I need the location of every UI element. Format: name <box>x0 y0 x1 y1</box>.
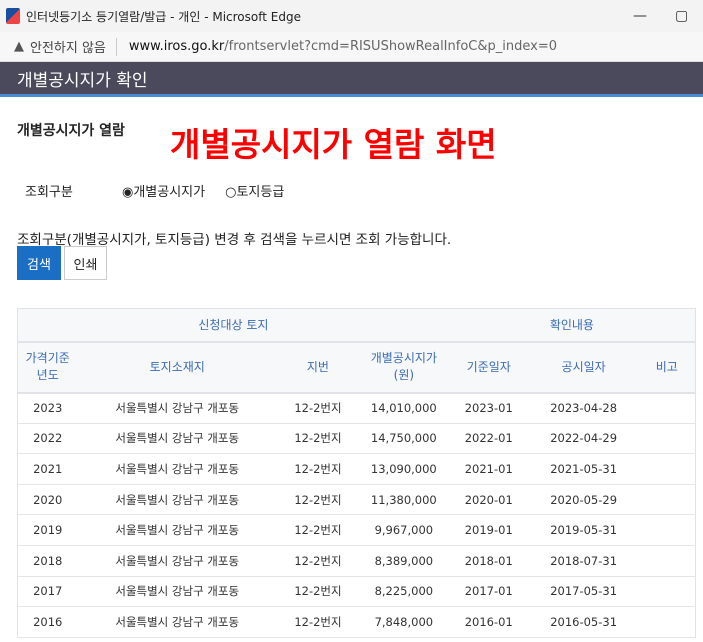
group-header-target-land: 신청대상 토지 <box>17 308 449 343</box>
column-header: 기준일자 <box>448 341 529 394</box>
print-button[interactable]: 인쇄 <box>64 246 107 280</box>
table-cell: 2017-05-31 <box>528 576 639 608</box>
table-cell: 2018-01 <box>448 545 529 577</box>
table-cell: 2016-05-31 <box>528 606 639 638</box>
radio-individual-land-price[interactable]: ◉개별공시지가 <box>122 181 205 200</box>
table-cell: 2023-04-28 <box>528 392 639 424</box>
table-row: 2016 서울특별시 강남구 개포동 12-2번지 7,848,000 2016-01 2… <box>17 606 696 638</box>
table-cell: 7,848,000 <box>358 606 449 638</box>
table-cell <box>638 484 696 516</box>
table-cell: 2020-01 <box>448 484 529 516</box>
query-type-label: 조회구분 <box>25 185 73 200</box>
table-cell <box>638 545 696 577</box>
column-header: 가격기준 년도 <box>17 341 78 394</box>
table-cell: 11,380,000 <box>358 484 449 516</box>
table-row: 2018 서울특별시 강남구 개포동 12-2번지 8,389,000 2018-01 2… <box>17 545 696 577</box>
table-row: 2017 서울특별시 강남구 개포동 12-2번지 8,225,000 2017-01 2… <box>17 576 696 608</box>
table-cell: 12-2번지 <box>277 606 359 638</box>
page-header: 개별공시지가 확인 <box>0 62 703 97</box>
group-header-confirmation: 확인내용 <box>448 308 696 343</box>
table-cell: 2020-05-29 <box>528 484 639 516</box>
table-cell: 2021-01 <box>448 453 529 485</box>
section-title: 개별공시지가 열람 <box>17 123 125 139</box>
table-cell: 서울특별시 강남구 개포동 <box>77 392 278 424</box>
window-title: 인터넷등기소 등기열람/발급 - 개인 - Microsoft Edge <box>26 9 301 24</box>
column-header: 개별공시지가 (원) <box>358 341 449 394</box>
table-cell: 2022-01 <box>448 423 529 455</box>
table-cell <box>638 606 696 638</box>
instruction-text: 조회구분(개별공시지가, 토지등급) 변경 후 검색을 누르시면 조회 가능합니… <box>17 232 452 248</box>
table-cell: 서울특별시 강남구 개포동 <box>77 514 278 546</box>
table-cell <box>638 576 696 608</box>
table-cell: 2023-01 <box>448 392 529 424</box>
security-label: 안전하지 않음 <box>30 41 106 56</box>
url-path: /frontservlet?cmd=RISUShowRealInfoC&p_in… <box>224 39 557 54</box>
table-cell: 서울특별시 강남구 개포동 <box>77 576 278 608</box>
url-domain: www.iros.go.kr <box>128 39 225 54</box>
table-cell: 14,750,000 <box>358 423 449 455</box>
table-cell: 2019-05-31 <box>528 514 639 546</box>
radio-land-grade[interactable]: ○토지등급 <box>225 181 284 200</box>
table-row: 2019 서울특별시 강남구 개포동 12-2번지 9,967,000 2019-01 2… <box>17 514 696 546</box>
table-row: 2022 서울특별시 강남구 개포동 12-2번지 14,750,000 2022-01… <box>17 423 696 455</box>
table-cell: 9,967,000 <box>358 514 449 546</box>
table-cell <box>638 453 696 485</box>
search-button[interactable]: 검색 <box>17 246 61 280</box>
page-title: 개별공시지가 확인 <box>17 70 148 91</box>
app-logo-icon <box>6 8 20 24</box>
table-cell: 서울특별시 강남구 개포동 <box>77 606 278 638</box>
url-text[interactable]: www.iros.go.kr/frontservlet?cmd=RISUShow… <box>129 39 557 54</box>
column-header: 지번 <box>277 341 359 394</box>
minimize-button[interactable]: — <box>633 8 647 24</box>
security-indicator[interactable]: ▲ 안전하지 않음 <box>8 37 117 56</box>
table-cell: 14,010,000 <box>358 392 449 424</box>
table-cell: 2017 <box>17 576 78 608</box>
table-cell <box>638 514 696 546</box>
table-cell: 서울특별시 강남구 개포동 <box>77 453 278 485</box>
table-cell: 2023 <box>17 392 78 424</box>
table-cell: 8,225,000 <box>358 576 449 608</box>
table-cell: 2018 <box>17 545 78 577</box>
table-cell: 서울특별시 강남구 개포동 <box>77 545 278 577</box>
table-cell <box>638 392 696 424</box>
table-cell: 12-2번지 <box>277 545 359 577</box>
table-cell: 12-2번지 <box>277 392 359 424</box>
table-row: 2021 서울특별시 강남구 개포동 12-2번지 13,090,000 2021-01… <box>17 453 696 485</box>
address-bar[interactable]: ▲ 안전하지 않음 www.iros.go.kr/frontservlet?cm… <box>0 32 703 62</box>
annotation-text: 개별공시지가 열람 화면 <box>170 125 497 164</box>
table-cell: 13,090,000 <box>358 453 449 485</box>
table-cell: 8,389,000 <box>358 545 449 577</box>
table-cell: 2016-01 <box>448 606 529 638</box>
table-cell: 2016 <box>17 606 78 638</box>
table-row: 2020 서울특별시 강남구 개포동 12-2번지 11,380,000 2020-01… <box>17 484 696 516</box>
table-cell: 12-2번지 <box>277 514 359 546</box>
table-cell: 2019 <box>17 514 78 546</box>
window-titlebar: 인터넷등기소 등기열람/발급 - 개인 - Microsoft Edge — ▢ <box>0 0 703 32</box>
maximize-button[interactable]: ▢ <box>675 8 688 24</box>
table-cell: 2021 <box>17 453 78 485</box>
table-cell: 2020 <box>17 484 78 516</box>
warning-icon: ▲ <box>14 39 24 54</box>
table-row: 2023 서울특별시 강남구 개포동 12-2번지 14,010,000 2023-01… <box>17 392 696 424</box>
table-cell: 12-2번지 <box>277 576 359 608</box>
column-header: 비고 <box>638 341 696 394</box>
table-cell: 12-2번지 <box>277 453 359 485</box>
query-type-group: 조회구분 ◉개별공시지가 ○토지등급 <box>25 181 304 200</box>
table-cell <box>638 423 696 455</box>
table-cell: 2021-05-31 <box>528 453 639 485</box>
column-header: 토지소재지 <box>77 341 278 394</box>
table-cell: 2018-07-31 <box>528 545 639 577</box>
column-header: 공시일자 <box>528 341 639 394</box>
table-cell: 서울특별시 강남구 개포동 <box>77 423 278 455</box>
table-cell: 12-2번지 <box>277 423 359 455</box>
table-cell: 서울특별시 강남구 개포동 <box>77 484 278 516</box>
table-cell: 2022-04-29 <box>528 423 639 455</box>
table-cell: 12-2번지 <box>277 484 359 516</box>
table-cell: 2019-01 <box>448 514 529 546</box>
land-price-table: 신청대상 토지 확인내용 가격기준 년도 토지소재지 지번 개별공시지가 (원) 기준일… <box>17 308 696 638</box>
table-cell: 2017-01 <box>448 576 529 608</box>
table-cell: 2022 <box>17 423 78 455</box>
